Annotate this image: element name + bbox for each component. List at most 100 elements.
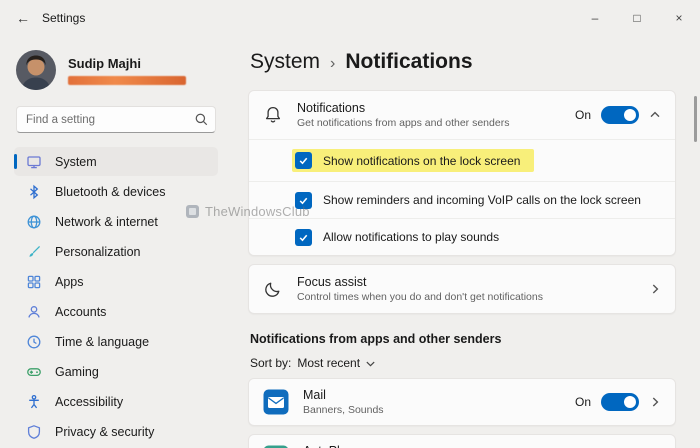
accessibility-person-icon [26,394,42,410]
sidebar-item-privacy-security[interactable]: Privacy & security [14,417,218,446]
sidebar-item-gaming[interactable]: Gaming [14,357,218,386]
notifications-controls: On [575,106,661,124]
toggle-knob [624,109,636,121]
breadcrumb-separator-icon: › [330,55,335,73]
checkbox-label: Show reminders and incoming VoIP calls o… [323,193,641,207]
window-controls: – □ × [574,0,700,36]
app-subtitle: Banners, Sounds [303,404,561,416]
settings-window: ← Settings – □ × Sudip Maj [0,0,700,448]
scrollbar[interactable] [694,96,697,142]
notifications-toggle[interactable] [601,106,639,124]
sidebar-item-accounts[interactable]: Accounts [14,297,218,326]
maximize-button[interactable]: □ [616,0,658,36]
checkbox-row-play-sounds[interactable]: Allow notifications to play sounds [249,218,675,255]
focus-assist-subtitle: Control times when you do and don't get … [297,291,635,303]
checkbox-row-lock-screen[interactable]: Show notifications on the lock screen [249,139,675,181]
person-icon [26,304,42,320]
sidebar-item-label: Gaming [55,365,99,379]
checkbox-label: Allow notifications to play sounds [323,230,499,244]
sidebar-item-time-language[interactable]: Time & language [14,327,218,356]
notifications-card-texts: Notifications Get notifications from app… [297,101,561,129]
clock-icon [26,334,42,350]
search-box [16,106,216,133]
user-profile[interactable]: Sudip Majhi [14,44,218,104]
sidebar-item-accessibility[interactable]: Accessibility [14,387,218,416]
sidebar-item-label: Accounts [55,305,106,319]
search-icon[interactable] [194,112,209,127]
checkbox-checked-icon[interactable] [295,152,312,169]
breadcrumb-parent[interactable]: System [250,50,320,74]
paintbrush-icon [26,244,42,260]
focus-assist-texts: Focus assist Control times when you do a… [297,275,635,303]
page-title: Notifications [345,50,472,74]
option: Show reminders and incoming VoIP calls o… [295,192,641,209]
sidebar-item-label: System [55,155,97,169]
sidebar-item-label: Apps [55,275,84,289]
focus-assist-card[interactable]: Focus assist Control times when you do a… [248,264,676,314]
checkbox-label: Show notifications on the lock screen [323,154,520,168]
notifications-card: Notifications Get notifications from app… [248,90,676,256]
chevron-down-icon [365,358,376,369]
breadcrumb: System › Notifications [250,50,676,74]
sidebar-item-label: Network & internet [55,215,158,229]
mail-toggle[interactable] [601,393,639,411]
notifications-subtitle: Get notifications from apps and other se… [297,117,561,129]
profile-texts: Sudip Majhi [68,56,186,85]
highlighted-option: Show notifications on the lock screen [292,149,534,172]
toggle-state-label: On [575,108,591,122]
sidebar: Sudip Majhi System Bluetooth & devices [0,36,232,448]
sidebar-item-apps[interactable]: Apps [14,267,218,296]
sidebar-nav: System Bluetooth & devices Network & int… [14,147,218,446]
app-name: Mail [303,388,561,402]
checkbox-checked-icon[interactable] [295,192,312,209]
notifications-title: Notifications [297,101,561,115]
gamepad-icon [26,364,42,380]
checkbox-row-reminders-voip[interactable]: Show reminders and incoming VoIP calls o… [249,181,675,218]
chevron-up-icon[interactable] [649,109,661,121]
user-email-redacted [68,76,186,85]
sidebar-item-label: Personalization [55,245,140,259]
globe-icon [26,214,42,230]
mail-app-icon [263,389,289,415]
sidebar-item-personalization[interactable]: Personalization [14,237,218,266]
sidebar-item-network-internet[interactable]: Network & internet [14,207,218,236]
sort-by-label: Sort by: [250,356,291,370]
minimize-button[interactable]: – [574,0,616,36]
sidebar-item-label: Privacy & security [55,425,154,439]
system-icon [26,154,42,170]
app-row-autoplay[interactable]: AutoPlay Banners, Sounds On [248,434,676,448]
titlebar: ← Settings – □ × [0,0,700,36]
sort-row: Sort by: Most recent [250,356,676,370]
bluetooth-icon [26,184,42,200]
option: Allow notifications to play sounds [295,229,499,246]
sort-value-text: Most recent [297,356,360,370]
titlebar-left: ← Settings [0,5,85,31]
bell-icon [263,105,283,125]
focus-assist-title: Focus assist [297,275,635,289]
chevron-right-icon[interactable] [649,283,661,295]
app-name: AutoPlay [303,444,561,448]
toggle-state-label: On [575,395,591,409]
search-input[interactable] [16,106,216,133]
back-button[interactable]: ← [8,5,38,31]
apps-grid-icon [26,274,42,290]
avatar [16,50,56,90]
sidebar-item-bluetooth-devices[interactable]: Bluetooth & devices [14,177,218,206]
sort-dropdown[interactable]: Most recent [297,356,376,370]
shield-icon [26,424,42,440]
sidebar-item-label: Accessibility [55,395,123,409]
app-row-mail[interactable]: Mail Banners, Sounds On [248,378,676,426]
main-content: System › Notifications Notifications Get… [232,36,700,448]
window-title: Settings [42,11,85,25]
sidebar-item-label: Bluetooth & devices [55,185,166,199]
sidebar-item-system[interactable]: System [14,147,218,176]
close-button[interactable]: × [658,0,700,36]
notifications-card-header[interactable]: Notifications Get notifications from app… [249,91,675,139]
user-name: Sudip Majhi [68,56,186,71]
apps-section-heading: Notifications from apps and other sender… [250,332,676,346]
checkbox-checked-icon[interactable] [295,229,312,246]
moon-icon [263,279,283,299]
toggle-knob [624,396,636,408]
sidebar-item-label: Time & language [55,335,149,349]
chevron-right-icon[interactable] [649,396,661,408]
